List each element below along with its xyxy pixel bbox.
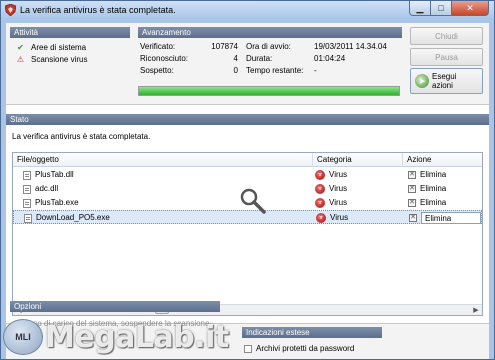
virus-icon: ☣ xyxy=(315,184,325,194)
run-actions-line1: Esegui xyxy=(432,72,457,81)
file-cell: PlusTab.exe xyxy=(23,196,79,210)
verified-value: 107874 xyxy=(211,42,238,51)
progress-header: Avanzamento xyxy=(138,27,402,38)
title-bar: La verifica antivirus è stata completata… xyxy=(1,1,494,19)
magnifier-icon xyxy=(240,188,266,214)
action-cell[interactable]: ✕ Elimina xyxy=(408,196,446,210)
shield-app-icon xyxy=(5,4,16,16)
pause-button[interactable]: Pausa xyxy=(410,48,483,66)
delete-icon: ✕ xyxy=(408,171,416,179)
run-actions-label: Esegui azioni xyxy=(432,72,456,90)
close-button[interactable]: Chiudi xyxy=(410,27,483,45)
scan-progress-bar xyxy=(138,86,400,96)
category-cell: ☣ Virus xyxy=(315,168,347,182)
watermark-text: MegaLab.it xyxy=(45,319,229,355)
delete-icon: ✕ xyxy=(409,214,417,222)
summary-panel: Attività ✔ Aree di sistema ⚠ Scansione v… xyxy=(6,23,489,105)
maximize-button[interactable]: □ xyxy=(431,1,452,16)
action-text: Elimina xyxy=(420,184,447,193)
category-cell: ☣ Virus xyxy=(315,196,347,210)
virus-icon: ☣ xyxy=(315,170,325,180)
password-archives-checkbox[interactable] xyxy=(244,344,252,353)
category-cell: ☣ Virus xyxy=(315,182,347,196)
file-name: PlusTab.exe xyxy=(35,198,79,207)
options-header: Opzioni xyxy=(10,301,220,312)
category-text: Virus xyxy=(330,213,349,222)
table-row[interactable]: PlusTab.dll ☣ Virus ✕ Elimina xyxy=(13,168,482,182)
category-cell: ☣ Virus xyxy=(316,211,348,225)
watermark-logo: MLI MegaLab.it xyxy=(3,319,229,355)
file-icon xyxy=(24,213,32,223)
file-cell: adc.dll xyxy=(23,182,58,196)
window-controls: ▁ □ ✕ xyxy=(409,1,489,16)
client-area: Attività ✔ Aree di sistema ⚠ Scansione v… xyxy=(6,23,489,359)
extended-info-header: Indicazioni estese xyxy=(242,327,382,338)
category-text: Virus xyxy=(329,198,348,207)
window-title: La verifica antivirus è stata completata… xyxy=(20,5,176,15)
duration-label: Durata: xyxy=(246,54,273,63)
recognized-label: Riconosciuto: xyxy=(140,54,189,63)
file-name: PlusTab.dll xyxy=(35,170,74,179)
recognized-value: 4 xyxy=(233,54,238,63)
suspect-label: Sospetto: xyxy=(140,66,174,75)
file-icon xyxy=(23,184,31,194)
activity-box: Attività ✔ Aree di sistema ⚠ Scansione v… xyxy=(10,27,130,97)
suspect-value: 0 xyxy=(233,66,238,75)
activity-header: Attività xyxy=(10,27,130,38)
remaining-value: - xyxy=(314,66,317,75)
delete-icon: ✕ xyxy=(408,185,416,193)
action-dropdown[interactable]: ✕ Elimina xyxy=(409,211,481,225)
warning-icon: ⚠ xyxy=(16,54,25,64)
column-category[interactable]: Categoria xyxy=(313,153,403,167)
verified-label: Verificato: xyxy=(140,42,176,51)
delete-icon: ✕ xyxy=(408,199,416,207)
file-name: adc.dll xyxy=(35,184,59,193)
activity-label: Scansione virus xyxy=(31,54,88,64)
activity-item-virus: ⚠ Scansione virus xyxy=(16,54,88,64)
column-action[interactable]: Azione xyxy=(403,153,482,167)
run-actions-line2: azioni xyxy=(432,81,453,90)
action-text: Elimina xyxy=(420,170,447,179)
start-time-label: Ora di avvio: xyxy=(246,42,291,51)
file-cell: PlusTab.dll xyxy=(23,168,74,182)
file-name: DownLoad_PO5.exe xyxy=(36,213,110,222)
check-icon: ✔ xyxy=(17,42,24,52)
file-cell: DownLoad_PO5.exe xyxy=(24,211,110,225)
category-text: Virus xyxy=(329,170,348,179)
antivirus-window: La verifica antivirus è stata completata… xyxy=(0,0,495,360)
watermark-badge: MLI xyxy=(3,319,43,355)
activity-item-system: ✔ Aree di sistema xyxy=(16,42,86,52)
action-text: Elimina xyxy=(420,198,447,207)
table-header: File/oggetto Categoria Azione xyxy=(13,153,482,167)
start-time-value: 19/03/2011 14.34.04 xyxy=(314,42,387,51)
category-text: Virus xyxy=(329,184,348,193)
virus-icon: ☣ xyxy=(316,213,326,223)
column-file[interactable]: File/oggetto xyxy=(13,153,313,167)
run-actions-icon: ➤ xyxy=(415,74,429,88)
action-cell[interactable]: ✕ Elimina xyxy=(408,168,446,182)
close-window-button[interactable]: ✕ xyxy=(452,1,489,16)
file-icon xyxy=(23,198,31,208)
status-message: La verifica antivirus è stata completata… xyxy=(12,132,151,141)
activity-label: Aree di sistema xyxy=(31,42,87,52)
remaining-label: Tempo restante: xyxy=(246,66,304,75)
scroll-right-arrow-icon[interactable]: ▶ xyxy=(470,305,482,315)
minimize-button[interactable]: ▁ xyxy=(409,1,431,16)
password-archives-option[interactable]: Archivi protetti da password xyxy=(244,344,354,353)
status-header: Stato xyxy=(6,114,489,125)
run-actions-button[interactable]: ➤ Esegui azioni xyxy=(410,68,483,94)
file-icon xyxy=(23,170,31,180)
virus-icon: ☣ xyxy=(315,198,325,208)
action-dropdown-value[interactable]: Elimina xyxy=(421,212,481,224)
results-table: File/oggetto Categoria Azione PlusTab.dl… xyxy=(12,152,483,316)
password-archives-label: Archivi protetti da password xyxy=(256,344,355,353)
duration-value: 01:04:24 xyxy=(314,54,346,63)
action-cell[interactable]: ✕ Elimina xyxy=(408,182,446,196)
